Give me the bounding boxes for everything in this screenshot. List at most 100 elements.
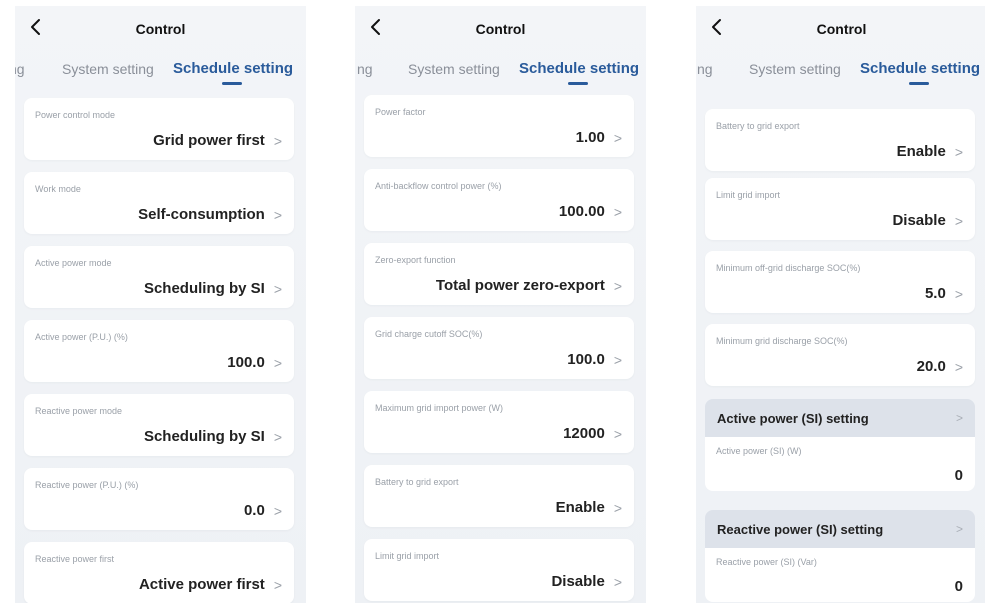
top-bar: Control bbox=[15, 6, 306, 50]
section-body-active-power-si: Active power (SI) (W) 0 bbox=[705, 437, 975, 491]
chevron-right-icon: > bbox=[954, 358, 963, 375]
chevron-right-icon: > bbox=[955, 411, 963, 425]
chevron-right-icon: > bbox=[613, 129, 622, 146]
setting-value: Active power first bbox=[138, 576, 265, 593]
setting-row-min-offgrid-soc[interactable]: Minimum off-grid discharge SOC(%) 5.0 > bbox=[705, 251, 975, 313]
setting-row-active-power-pu[interactable]: Active power (P.U.) (%) 100.0 > bbox=[24, 320, 294, 382]
page-title: Control bbox=[135, 21, 186, 37]
chevron-right-icon: > bbox=[613, 499, 622, 516]
setting-label: Battery to grid export bbox=[716, 121, 800, 131]
setting-value: 12000 bbox=[563, 425, 605, 442]
setting-row-zero-export[interactable]: Zero-export function Total power zero-ex… bbox=[364, 243, 634, 305]
section-header-active-power-si[interactable]: Active power (SI) setting > bbox=[705, 399, 975, 437]
setting-label: Reactive power mode bbox=[35, 406, 123, 416]
chevron-right-icon: > bbox=[273, 280, 282, 297]
chevron-right-icon: > bbox=[273, 206, 282, 223]
chevron-right-icon: > bbox=[273, 502, 282, 519]
setting-row-max-grid-import[interactable]: Maximum grid import power (W) 12000 > bbox=[364, 391, 634, 453]
tab-schedule-setting[interactable]: Schedule setting bbox=[860, 60, 980, 77]
tab-truncated[interactable]: ng bbox=[697, 61, 713, 77]
setting-row-grid-charge-cutoff[interactable]: Grid charge cutoff SOC(%) 100.0 > bbox=[364, 317, 634, 379]
chevron-right-icon: > bbox=[273, 354, 282, 371]
setting-label: Maximum grid import power (W) bbox=[375, 403, 504, 413]
setting-row-min-grid-soc[interactable]: Minimum grid discharge SOC(%) 20.0 > bbox=[705, 324, 975, 386]
active-tab-indicator bbox=[568, 82, 588, 85]
setting-row-power-control-mode[interactable]: Power control mode Grid power first > bbox=[24, 98, 294, 160]
setting-value: Enable bbox=[555, 499, 605, 516]
setting-value: 0 bbox=[954, 578, 963, 595]
chevron-right-icon: > bbox=[954, 212, 963, 229]
active-tab-indicator bbox=[222, 82, 242, 85]
active-tab-indicator bbox=[909, 82, 929, 85]
setting-value: Enable bbox=[896, 143, 946, 160]
setting-row-anti-backflow[interactable]: Anti-backflow control power (%) 100.00 > bbox=[364, 169, 634, 231]
section-header-reactive-power-si[interactable]: Reactive power (SI) setting > bbox=[705, 510, 975, 548]
setting-row-limit-grid-import[interactable]: Limit grid import Disable > bbox=[705, 178, 975, 240]
setting-row-reactive-power-first[interactable]: Reactive power first Active power first > bbox=[24, 542, 294, 603]
page-title: Control bbox=[816, 21, 867, 37]
top-bar: Control bbox=[696, 6, 985, 50]
tab-schedule-setting[interactable]: Schedule setting bbox=[173, 60, 293, 77]
chevron-right-icon: > bbox=[955, 522, 963, 536]
setting-label: Power factor bbox=[375, 107, 426, 117]
phone-screen-3: Control ng System setting Schedule setti… bbox=[696, 6, 985, 603]
tab-schedule-setting[interactable]: Schedule setting bbox=[519, 60, 639, 77]
setting-label: Power control mode bbox=[35, 110, 116, 120]
chevron-right-icon: > bbox=[613, 351, 622, 368]
setting-label: Reactive power first bbox=[35, 554, 115, 564]
setting-row-battery-to-grid[interactable]: Battery to grid export Enable > bbox=[364, 465, 634, 527]
setting-value: 100.0 bbox=[567, 351, 605, 368]
setting-label: Minimum off-grid discharge SOC(%) bbox=[716, 263, 861, 273]
setting-value: Disable bbox=[892, 212, 946, 229]
chevron-right-icon: > bbox=[954, 143, 963, 160]
setting-value: Scheduling by SI bbox=[143, 280, 265, 297]
chevron-right-icon: > bbox=[613, 203, 622, 220]
setting-label: Work mode bbox=[35, 184, 81, 194]
setting-value: Self-consumption bbox=[138, 206, 265, 223]
chevron-right-icon: > bbox=[613, 425, 622, 442]
setting-value: 0 bbox=[954, 467, 963, 484]
chevron-right-icon: > bbox=[273, 576, 282, 593]
chevron-right-icon: > bbox=[273, 132, 282, 149]
tab-system-setting[interactable]: System setting bbox=[62, 61, 154, 77]
tab-system-setting[interactable]: System setting bbox=[749, 61, 841, 77]
phone-screen-1: Control ng System setting Schedule setti… bbox=[15, 6, 306, 603]
tab-system-setting[interactable]: System setting bbox=[408, 61, 500, 77]
page-title: Control bbox=[475, 21, 526, 37]
setting-value: 20.0 bbox=[916, 358, 946, 375]
chevron-right-icon: > bbox=[613, 277, 622, 294]
setting-value: 0.0 bbox=[243, 502, 265, 519]
setting-label: Limit grid import bbox=[375, 551, 440, 561]
chevron-right-icon: > bbox=[273, 428, 282, 445]
setting-label: Minimum grid discharge SOC(%) bbox=[716, 336, 848, 346]
setting-value: 1.00 bbox=[575, 129, 605, 146]
setting-value: 5.0 bbox=[924, 285, 946, 302]
tab-truncated[interactable]: ng bbox=[15, 61, 25, 77]
chevron-right-icon: > bbox=[613, 573, 622, 590]
setting-value: Grid power first bbox=[153, 132, 265, 149]
setting-label: Active power (SI) (W) bbox=[716, 446, 802, 456]
section-title: Active power (SI) setting bbox=[717, 411, 869, 426]
setting-row-reactive-power-pu[interactable]: Reactive power (P.U.) (%) 0.0 > bbox=[24, 468, 294, 530]
setting-row-reactive-power-mode[interactable]: Reactive power mode Scheduling by SI > bbox=[24, 394, 294, 456]
setting-row-active-power-mode[interactable]: Active power mode Scheduling by SI > bbox=[24, 246, 294, 308]
top-bar: Control bbox=[355, 6, 646, 50]
tab-truncated[interactable]: ng bbox=[357, 61, 373, 77]
setting-label: Grid charge cutoff SOC(%) bbox=[375, 329, 483, 339]
setting-row-power-factor[interactable]: Power factor 1.00 > bbox=[364, 95, 634, 157]
setting-row-limit-grid-import[interactable]: Limit grid import Disable > bbox=[364, 539, 634, 601]
setting-value: 100.0 bbox=[227, 354, 265, 371]
setting-row-work-mode[interactable]: Work mode Self-consumption > bbox=[24, 172, 294, 234]
tab-bar: ng System setting Schedule setting bbox=[15, 60, 306, 93]
phone-screen-2: Control ng System setting Schedule setti… bbox=[355, 6, 646, 603]
chevron-right-icon: > bbox=[954, 285, 963, 302]
setting-row-battery-to-grid[interactable]: Battery to grid export Enable > bbox=[705, 109, 975, 171]
setting-label: Active power mode bbox=[35, 258, 112, 268]
section-title: Reactive power (SI) setting bbox=[717, 522, 884, 537]
setting-value: Disable bbox=[551, 573, 605, 590]
setting-value: Scheduling by SI bbox=[143, 428, 265, 445]
setting-label: Reactive power (P.U.) (%) bbox=[35, 480, 139, 490]
setting-label: Reactive power (SI) (Var) bbox=[716, 557, 817, 567]
setting-label: Battery to grid export bbox=[375, 477, 459, 487]
setting-label: Zero-export function bbox=[375, 255, 456, 265]
